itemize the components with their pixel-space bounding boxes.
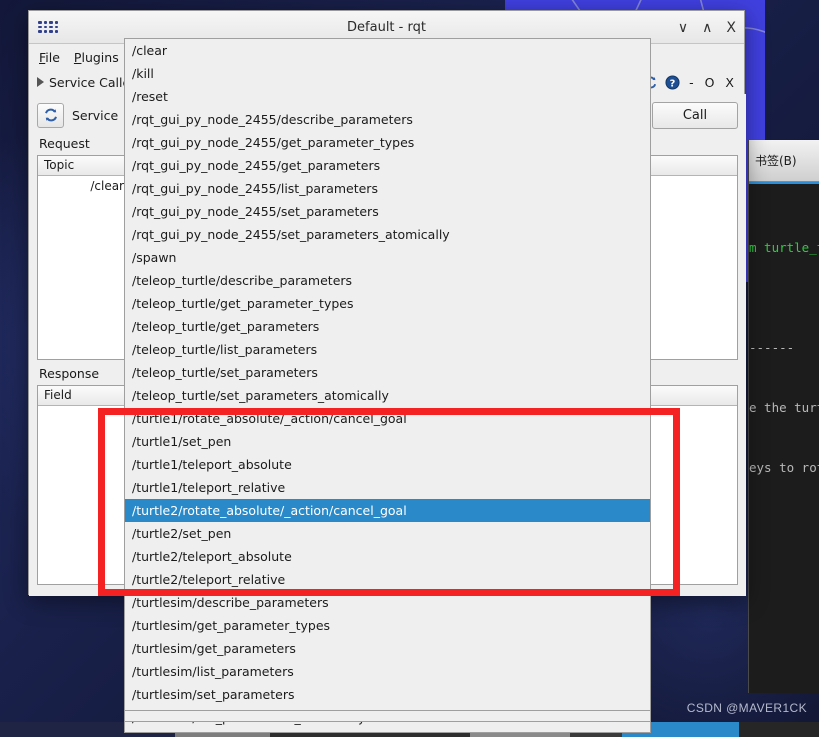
dropdown-item[interactable]: /teleop_turtle/set_parameters	[125, 361, 650, 384]
maximize-icon[interactable]: ∧	[702, 21, 712, 35]
dropdown-item[interactable]: /turtle1/rotate_absolute/_action/cancel_…	[125, 407, 650, 430]
dropdown-item[interactable]: /rqt_gui_py_node_2455/set_parameters_ato…	[125, 223, 650, 246]
dropdown-item[interactable]: /teleop_turtle/set_parameters_atomically	[125, 384, 650, 407]
terminal-line: e the turt	[749, 400, 819, 415]
menu-item-plugins[interactable]: Plugins	[74, 50, 119, 65]
dropdown-item[interactable]: /spawn	[125, 246, 650, 269]
dropdown-item[interactable]: /teleop_turtle/get_parameter_types	[125, 292, 650, 315]
refresh-icon	[44, 108, 57, 122]
menu-file-rest: ile	[45, 49, 60, 65]
dropdown-item[interactable]: /turtlesim/list_parameters	[125, 660, 650, 683]
dropdown-item[interactable]: /reset	[125, 85, 650, 108]
window-controls[interactable]: ∨ ∧ X	[678, 11, 736, 44]
help-icon[interactable]: ?	[665, 74, 680, 90]
dropdown-item[interactable]: /turtlesim/describe_parameters	[125, 591, 650, 614]
column-header-topic[interactable]: Topic	[38, 156, 128, 175]
dropdown-item[interactable]: /turtlesim/get_parameters	[125, 637, 650, 660]
service-dropdown-list[interactable]: /clear/kill/reset/rqt_gui_py_node_2455/d…	[124, 38, 651, 733]
dropdown-item[interactable]: /rqt_gui_py_node_2455/set_parameters	[125, 200, 650, 223]
app-grid-icon	[37, 20, 59, 34]
service-label: Service	[72, 107, 119, 123]
terminal-menubar[interactable]: 书签(B)	[749, 140, 819, 182]
dropdown-item[interactable]: /rqt_gui_py_node_2455/get_parameters	[125, 154, 650, 177]
taskbar-right	[739, 722, 819, 737]
dropdown-item[interactable]: /turtle2/teleport_relative	[125, 568, 650, 591]
dropdown-item[interactable]: /kill	[125, 62, 650, 85]
dropdown-item[interactable]: /turtlesim/get_parameter_types	[125, 614, 650, 637]
dropdown-items[interactable]: /clear/kill/reset/rqt_gui_py_node_2455/d…	[125, 39, 650, 729]
refresh-services-button[interactable]	[37, 102, 64, 128]
dropdown-item[interactable]: /turtle1/teleport_absolute	[125, 453, 650, 476]
dropdown-bottom-edge	[124, 710, 651, 722]
minimize-icon[interactable]: ∨	[678, 21, 688, 35]
terminal-line: ------	[749, 340, 795, 355]
dropdown-item[interactable]: /rqt_gui_py_node_2455/describe_parameter…	[125, 108, 650, 131]
dropdown-item[interactable]: /clear	[125, 39, 650, 62]
dropdown-item[interactable]: /turtle2/teleport_absolute	[125, 545, 650, 568]
terminal-bookmark-menu[interactable]: 书签(B)	[755, 152, 797, 169]
dropdown-item[interactable]: /rqt_gui_py_node_2455/get_parameter_type…	[125, 131, 650, 154]
terminal-output: m turtle_t ------ e the turt eys to rot	[749, 188, 819, 518]
call-button[interactable]: Call	[652, 101, 738, 129]
terminal-line: m turtle_t	[749, 240, 819, 255]
dropdown-item[interactable]: /turtlesim/set_parameters	[125, 683, 650, 706]
cell-topic: /clear	[90, 178, 124, 193]
window-title: Default - rqt	[347, 19, 426, 35]
dropdown-item[interactable]: /turtle2/set_pen	[125, 522, 650, 545]
dropdown-item[interactable]: /turtle1/teleport_relative	[125, 476, 650, 499]
terminal-window[interactable]: 书签(B) m turtle_t ------ e the turt eys t…	[748, 140, 819, 693]
desktop: 书签(B) m turtle_t ------ e the turt eys t…	[0, 0, 819, 737]
dropdown-item[interactable]: /rqt_gui_py_node_2455/list_parameters	[125, 177, 650, 200]
menu-plugins-rest: lugins	[81, 49, 119, 65]
dropdown-item[interactable]: /turtle1/set_pen	[125, 430, 650, 453]
dropdown-item[interactable]: /teleop_turtle/get_parameters	[125, 315, 650, 338]
menu-item-file[interactable]: File	[39, 50, 60, 65]
close-icon[interactable]: X	[726, 21, 736, 35]
column-header-field[interactable]: Field	[38, 386, 128, 405]
svg-text:?: ?	[670, 78, 676, 89]
watermark: CSDN @MAVER1CK	[686, 701, 807, 715]
dock-restore-button[interactable]: O	[703, 75, 717, 90]
dropdown-item[interactable]: /turtle2/rotate_absolute/_action/cancel_…	[125, 499, 650, 522]
dock-float-button[interactable]: -	[687, 75, 696, 90]
dropdown-item[interactable]: /teleop_turtle/describe_parameters	[125, 269, 650, 292]
collapse-triangle-icon[interactable]	[37, 77, 44, 87]
dock-close-button[interactable]: X	[723, 75, 736, 90]
dock-title: Service Caller	[49, 74, 136, 90]
terminal-line: eys to rot	[749, 460, 819, 475]
dropdown-item[interactable]: /teleop_turtle/list_parameters	[125, 338, 650, 361]
